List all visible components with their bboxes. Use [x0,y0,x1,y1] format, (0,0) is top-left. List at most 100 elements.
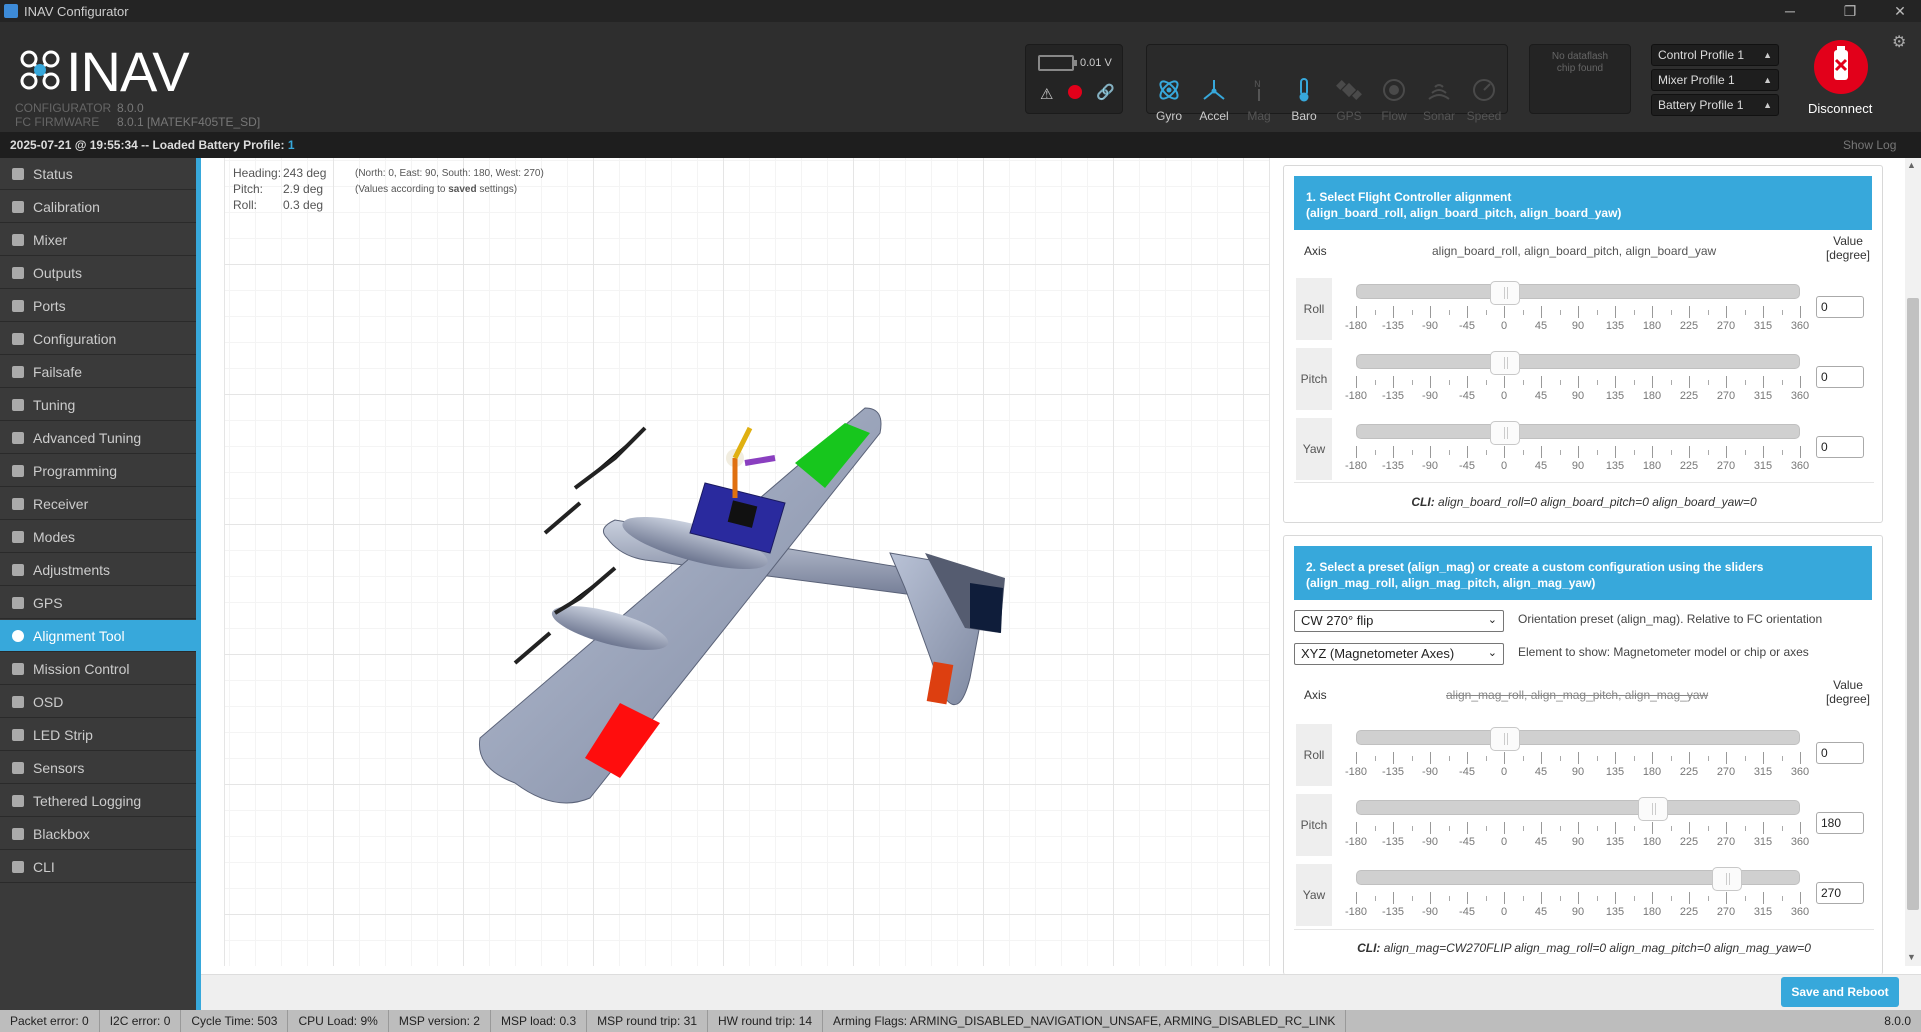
tick-scale: -180 -135 -90 -45 0 45 90 135 180 225 270 315 360 [1345,822,1809,848]
nav-blackbox[interactable]: Blackbox [0,818,196,850]
nav-mission-control[interactable]: Mission Control [0,653,196,685]
control-profile-select[interactable]: Control Profile 1 ▲ [1651,44,1779,66]
chart-icon [12,795,24,807]
tick-mark [1578,822,1579,834]
fc-pitch-slider[interactable] [1356,351,1800,375]
close-button[interactable]: ✕ [1880,0,1920,22]
tick-mark [1393,752,1394,764]
tick-mark [1689,376,1690,388]
slider-thumb[interactable] [1712,867,1742,891]
nav-receiver[interactable]: Receiver [0,488,196,520]
nav-cli[interactable]: CLI [0,851,196,883]
tick-mark [1393,306,1394,318]
nav-ports[interactable]: Ports [0,290,196,322]
nav-mixer[interactable]: Mixer [0,224,196,256]
mag-alignment-header: 2. Select a preset (align_mag) or create… [1294,546,1872,600]
nav-calibration[interactable]: Calibration [0,191,196,223]
show-log-link[interactable]: Show Log [1843,132,1896,158]
tick-mark [1744,756,1746,761]
tick-label: 45 [1534,460,1548,472]
tick-mark [1763,446,1764,458]
tick-mark [1781,896,1783,901]
tick-mark [1670,756,1672,761]
nav-configuration[interactable]: Configuration [0,323,196,355]
tick-label: 225 [1679,460,1699,472]
slider-thumb[interactable] [1490,727,1520,751]
tick-mark [1541,822,1542,834]
tick-mark [1504,752,1505,764]
save-and-reboot-button[interactable]: Save and Reboot [1781,977,1899,1007]
nav-failsafe[interactable]: Failsafe [0,356,196,388]
mag-pitch-slider[interactable] [1356,797,1800,821]
sensor-accel: Accel [1192,67,1236,135]
tick-mark [1485,380,1487,385]
fc-yaw-input[interactable]: 0 [1816,436,1864,458]
nav-adjustments[interactable]: Adjustments [0,554,196,586]
nav-osd[interactable]: OSD [0,686,196,718]
msp-version: MSP version: 2 [389,1010,491,1032]
sensor-status-box: Gyro Accel N Mag Baro GPS Flow Sonar Spe [1146,44,1508,123]
slider-thumb[interactable] [1490,351,1520,375]
scroll-up-icon[interactable]: ▲ [1907,160,1916,170]
scroll-down-icon[interactable]: ▼ [1907,952,1916,962]
tick-mark [1393,822,1394,834]
disconnect-button[interactable] [1814,40,1868,94]
nav-led-strip[interactable]: LED Strip [0,719,196,751]
tick-mark [1763,892,1764,904]
nav-tuning[interactable]: Tuning [0,389,196,421]
flow-icon [1383,79,1405,101]
disconnect-label[interactable]: Disconnect [1808,101,1872,116]
params-header: align_board_roll, align_board_pitch, ali… [1432,244,1717,258]
nav-tethered-logging[interactable]: Tethered Logging [0,785,196,817]
content-footer [201,974,1921,1010]
tick-label: 0 [1500,836,1508,848]
fc-yaw-slider[interactable] [1356,421,1800,445]
fc-pitch-input[interactable]: 0 [1816,366,1864,388]
maximize-button[interactable]: ❐ [1830,0,1870,22]
settings-gear-icon[interactable]: ⚙ [1892,32,1906,52]
model-viewport[interactable]: Heading: 243 deg Pitch: 2.9 deg Roll: 0.… [224,158,1270,966]
nav-programming[interactable]: Programming [0,455,196,487]
tick-mark [1411,896,1413,901]
nav-modes[interactable]: Modes [0,521,196,553]
nav-alignment-tool[interactable]: Alignment Tool [0,620,196,652]
tick-label: 270 [1716,460,1736,472]
slider-thumb[interactable] [1490,281,1520,305]
tick-mark [1430,822,1431,834]
nav-outputs[interactable]: Outputs [0,257,196,289]
tick-mark [1411,380,1413,385]
scrollbar-thumb[interactable] [1907,298,1919,910]
firmware-label: FC FIRMWARE [15,115,100,129]
mag-pitch-input[interactable]: 180 [1816,812,1864,834]
mag-roll-input[interactable]: 0 [1816,742,1864,764]
nav-advanced-tuning[interactable]: Advanced Tuning [0,422,196,454]
tick-mark [1393,376,1394,388]
tick-mark [1689,752,1690,764]
fc-roll-slider[interactable] [1356,281,1800,305]
link-icon: 🔗 [1096,84,1115,101]
tick-label: -90 [1422,460,1438,472]
tick-mark [1652,376,1653,388]
mag-yaw-input[interactable]: 270 [1816,882,1864,904]
minimize-button[interactable]: ─ [1770,0,1810,22]
mag-preset-select[interactable]: CW 270° flip ⌄ [1294,610,1504,632]
slider-thumb[interactable] [1638,797,1668,821]
nav-sensors[interactable]: Sensors [0,752,196,784]
tick-mark [1522,896,1524,901]
satellite-icon [12,597,24,609]
tick-mark [1615,752,1616,764]
mag-roll-slider[interactable] [1356,727,1800,751]
nav-status[interactable]: Status [0,158,196,190]
mag-element-select[interactable]: XYZ (Magnetometer Axes) ⌄ [1294,643,1504,665]
slider-thumb[interactable] [1490,421,1520,445]
fc-roll-input[interactable]: 0 [1816,296,1864,318]
tick-mark [1522,380,1524,385]
mag-yaw-slider[interactable] [1356,867,1800,891]
tick-mark [1652,446,1653,458]
nav-gps[interactable]: GPS [0,587,196,619]
tick-label: -45 [1459,836,1475,848]
mixer-profile-select[interactable]: Mixer Profile 1 ▲ [1651,69,1779,91]
tick-mark [1633,380,1635,385]
battery-profile-select[interactable]: Battery Profile 1 ▲ [1651,94,1779,116]
target-icon [12,201,24,213]
